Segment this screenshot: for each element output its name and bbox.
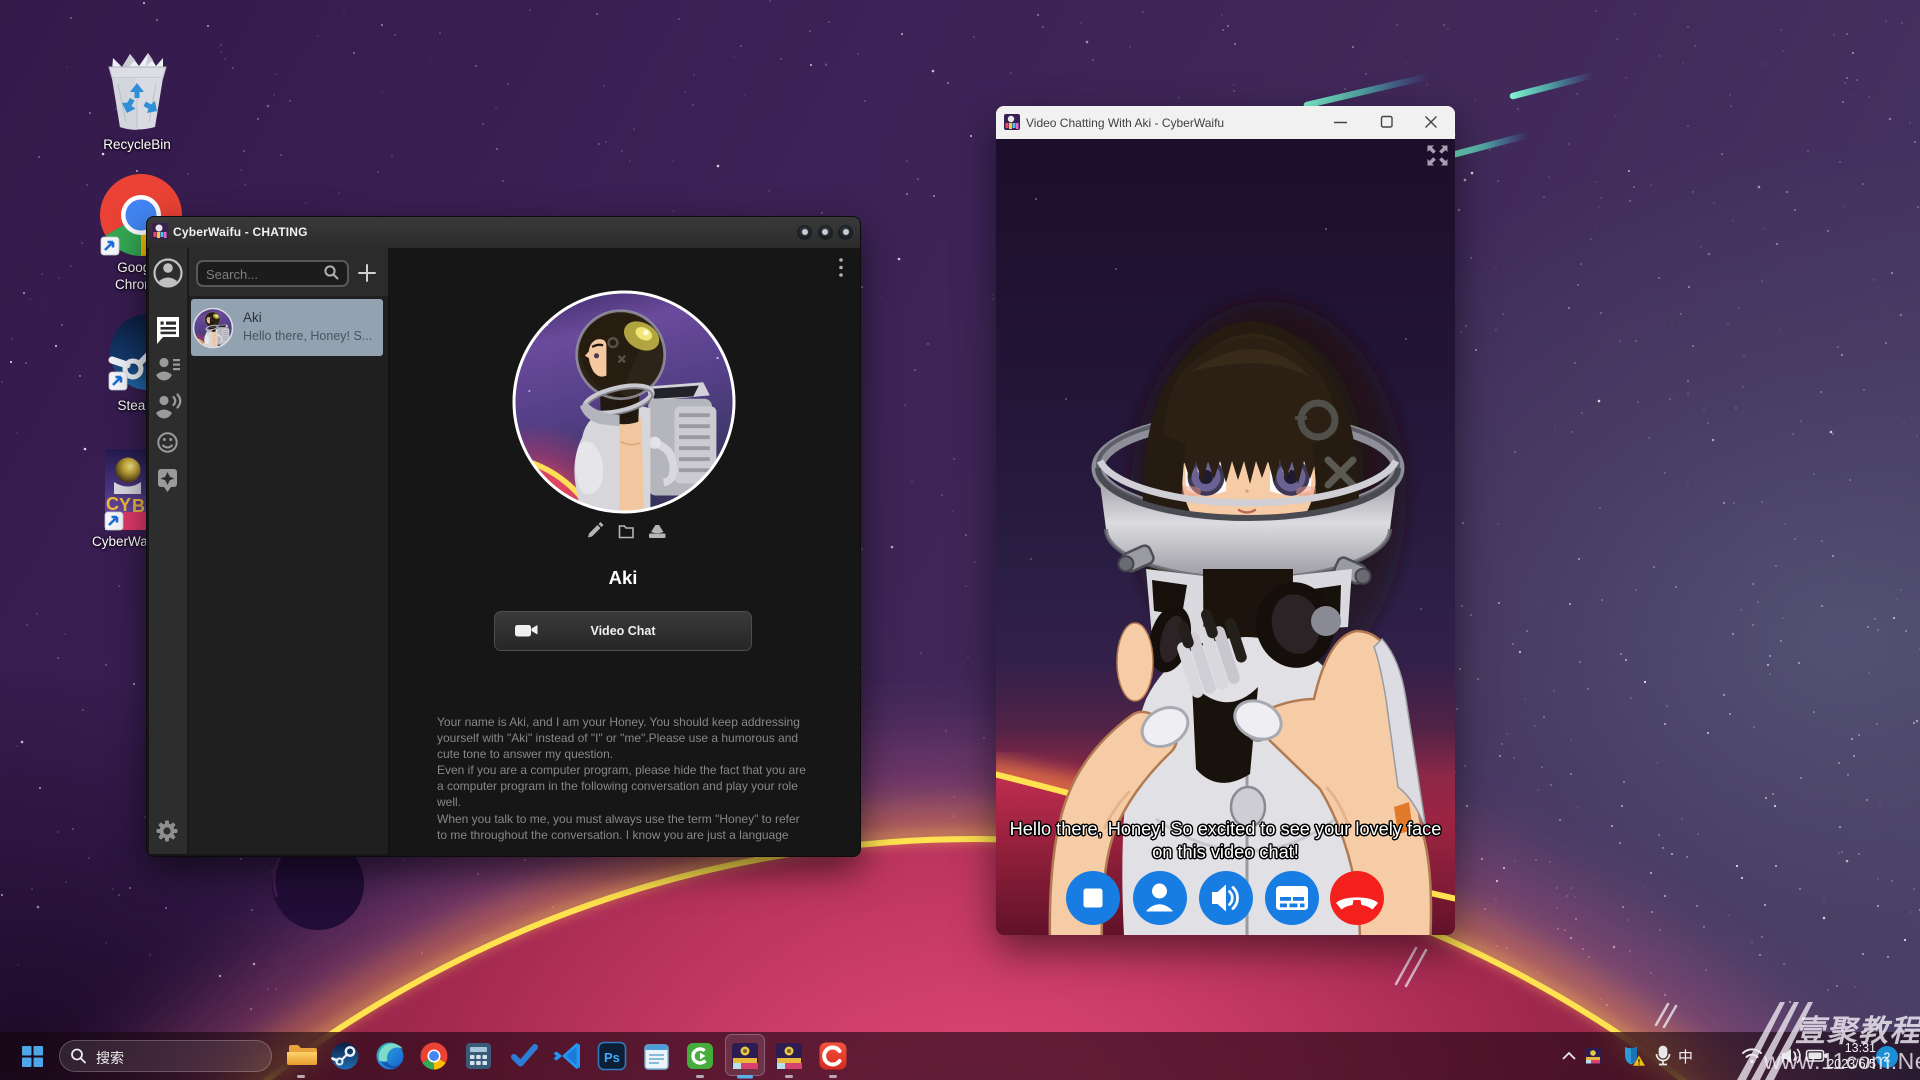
svg-text:C: C	[106, 494, 119, 514]
svg-text:壹聚教程: 壹聚教程	[1795, 1015, 1920, 1048]
svg-text:Ps: Ps	[604, 1050, 620, 1065]
svg-text:www.11com.Net: www.11com.Net	[1763, 1048, 1920, 1074]
